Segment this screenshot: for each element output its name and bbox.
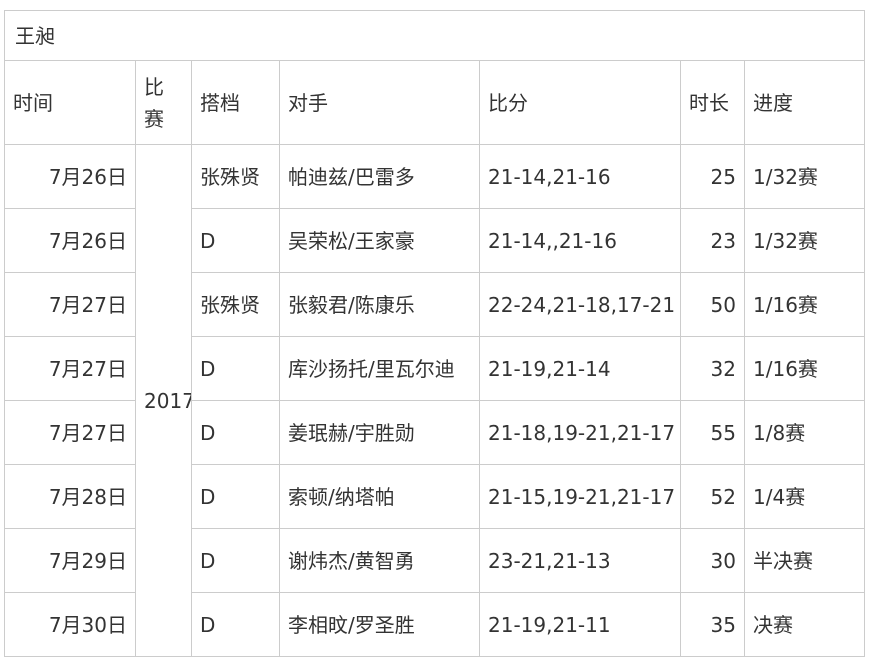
cell-partner: D xyxy=(191,400,280,465)
table-row: 7月28日 D 索顿/纳塔帕 21-15,19-21,21-17 52 1/4赛 xyxy=(4,464,866,529)
cell-partner: D xyxy=(191,208,280,273)
cell-partner: D xyxy=(191,336,280,401)
cell-score: 21-15,19-21,21-17 xyxy=(479,464,681,529)
cell-round: 1/8赛 xyxy=(743,400,866,465)
cell-round: 决赛 xyxy=(743,592,866,657)
cell-opponent: 吴荣松/王家豪 xyxy=(279,208,480,273)
cell-date: 7月26日 xyxy=(4,208,136,273)
cell-score: 21-19,21-14 xyxy=(479,336,681,401)
cell-duration: 30 xyxy=(680,528,745,593)
header-row: 时间 比赛 搭档 对手 比分 时长 进度 xyxy=(4,60,866,145)
cell-event: 2017年亚洲青年羽毛球锦标赛|单项 xyxy=(135,144,192,657)
cell-duration: 55 xyxy=(680,400,745,465)
cell-date: 7月27日 xyxy=(4,336,136,401)
cell-date: 7月27日 xyxy=(4,272,136,337)
cell-date: 7月28日 xyxy=(4,464,136,529)
header-date: 时间 xyxy=(4,60,136,145)
header-event: 比赛 xyxy=(135,60,192,145)
cell-date: 7月30日 xyxy=(4,592,136,657)
cell-score: 21-14,21-16 xyxy=(479,144,681,209)
cell-score: 22-24,21-18,17-21 xyxy=(479,272,681,337)
cell-duration: 50 xyxy=(680,272,745,337)
header-duration: 时长 xyxy=(680,60,745,145)
cell-round: 1/16赛 xyxy=(743,272,866,337)
header-opponent: 对手 xyxy=(279,60,480,145)
cell-score: 21-14,,21-16 xyxy=(479,208,681,273)
cell-partner: D xyxy=(191,464,280,529)
cell-round: 1/16赛 xyxy=(743,336,866,401)
table-row: 7月27日 D 姜珉赫/宇胜勋 21-18,19-21,21-17 55 1/8… xyxy=(4,400,866,465)
cell-opponent: 姜珉赫/宇胜勋 xyxy=(279,400,480,465)
cell-round: 1/32赛 xyxy=(743,208,866,273)
table-title-row: 王昶 xyxy=(3,10,866,61)
cell-duration: 52 xyxy=(680,464,745,529)
table-row: 7月26日 D 吴荣松/王家豪 21-14,,21-16 23 1/32赛 xyxy=(4,208,866,273)
cell-score: 23-21,21-13 xyxy=(479,528,681,593)
header-partner: 搭档 xyxy=(191,60,280,145)
cell-opponent: 帕迪兹/巴雷多 xyxy=(279,144,480,209)
player-name: 王昶 xyxy=(3,10,866,61)
cell-partner: D xyxy=(191,528,280,593)
cell-partner: 张殊贤 xyxy=(191,272,280,337)
cell-duration: 32 xyxy=(680,336,745,401)
cell-date: 7月26日 xyxy=(4,144,136,209)
cell-score: 21-18,19-21,21-17 xyxy=(479,400,681,465)
table-row: 7月27日 张殊贤 张毅君/陈康乐 22-24,21-18,17-21 50 1… xyxy=(4,272,866,337)
cell-duration: 35 xyxy=(680,592,745,657)
cell-partner: 张殊贤 xyxy=(191,144,280,209)
cell-round: 1/4赛 xyxy=(743,464,866,529)
match-record-table: 王昶 时间 比赛 搭档 对手 比分 时长 进度 7月26日 2017年亚洲青年羽… xyxy=(3,10,866,657)
cell-score: 21-19,21-11 xyxy=(479,592,681,657)
header-score: 比分 xyxy=(479,60,681,145)
cell-duration: 23 xyxy=(680,208,745,273)
cell-opponent: 索顿/纳塔帕 xyxy=(279,464,480,529)
cell-opponent: 李相旼/罗圣胜 xyxy=(279,592,480,657)
table-row: 7月26日 2017年亚洲青年羽毛球锦标赛|单项 张殊贤 帕迪兹/巴雷多 21-… xyxy=(4,144,866,657)
cell-round: 1/32赛 xyxy=(743,144,866,209)
cell-opponent: 库沙扬托/里瓦尔迪 xyxy=(279,336,480,401)
header-round: 进度 xyxy=(743,60,866,145)
table-row: 7月30日 D 李相旼/罗圣胜 21-19,21-11 35 决赛 xyxy=(4,592,866,657)
cell-partner: D xyxy=(191,592,280,657)
table-row: 7月27日 D 库沙扬托/里瓦尔迪 21-19,21-14 32 1/16赛 xyxy=(4,336,866,401)
cell-round: 半决赛 xyxy=(743,528,866,593)
cell-opponent: 谢炜杰/黄智勇 xyxy=(279,528,480,593)
cell-date: 7月27日 xyxy=(4,400,136,465)
cell-opponent: 张毅君/陈康乐 xyxy=(279,272,480,337)
table-row: 7月29日 D 谢炜杰/黄智勇 23-21,21-13 30 半决赛 xyxy=(4,528,866,593)
cell-duration: 25 xyxy=(680,144,745,209)
cell-date: 7月29日 xyxy=(4,528,136,593)
